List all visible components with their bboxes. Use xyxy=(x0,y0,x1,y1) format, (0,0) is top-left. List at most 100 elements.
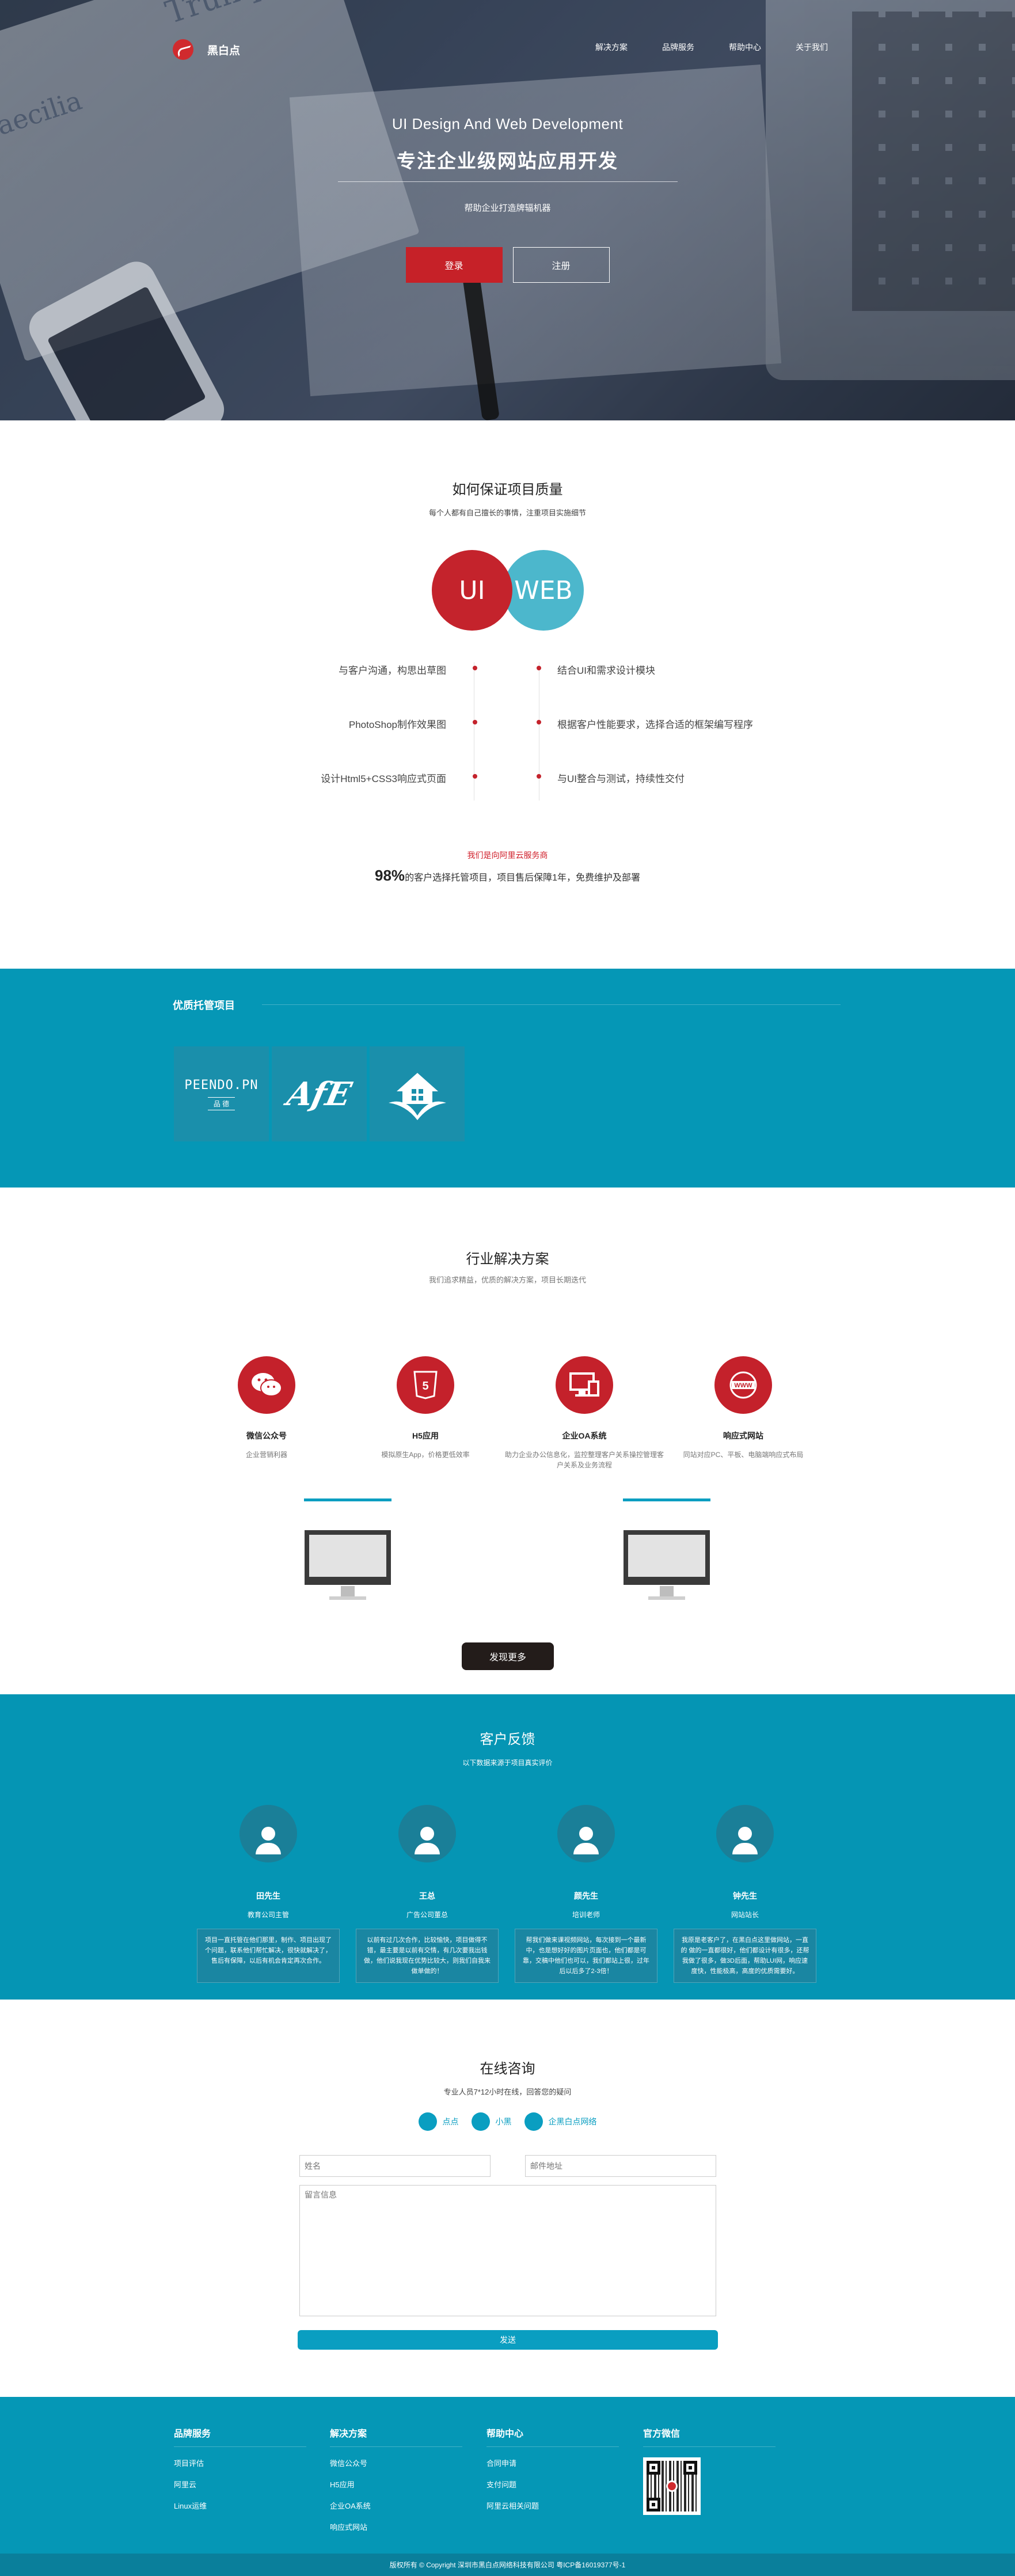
qq-label: 点点 xyxy=(442,2117,459,2126)
aliyun-note[interactable]: 我们是向阿里云服务商 xyxy=(0,849,1015,861)
register-button[interactable]: 注册 xyxy=(512,247,610,283)
ui-web-circles: UI WEB xyxy=(432,550,584,631)
quality-section: 如何保证项目质量 每个人都有自己擅长的事情，注重项目实施细节 UI WEB 与客… xyxy=(0,420,1015,969)
copyright: 版权所有 © Copyright 深圳市黑白点网络科技有限公司 粤ICP备160… xyxy=(0,2554,1015,2576)
projects-title: 优质托管项目 xyxy=(173,1000,235,1011)
www-icon: WWW xyxy=(714,1356,772,1414)
discover-more-button[interactable]: 发现更多 xyxy=(462,1642,554,1670)
nav-link-brand-services[interactable]: 品牌服务 xyxy=(662,41,694,53)
qq-icon xyxy=(524,2112,543,2131)
footer-col-title: 官方微信 xyxy=(643,2426,775,2447)
footer-col-solutions: 解决方案 微信公众号 H5应用 企业OA系统 响应式网站 xyxy=(330,2426,462,2532)
hero-title-zh: 专注企业级网站应用开发 xyxy=(397,150,618,172)
feedback-text: 我原是老客户了，在黑白点这里做网站，一直的 做的一直都很好，他们都设计有很多，还… xyxy=(674,1929,816,1983)
footer-link[interactable]: 阿里云相关问题 xyxy=(486,2500,619,2511)
feedback-name: 颜先生 xyxy=(574,1891,598,1900)
footer-col-help: 帮助中心 合同申请 支付问题 阿里云相关问题 xyxy=(486,2426,619,2511)
step-dot xyxy=(537,774,541,779)
solution-desc: 企业营销利器 xyxy=(245,1451,287,1459)
footer-col-title: 品牌服务 xyxy=(174,2426,306,2447)
send-button[interactable]: 发送 xyxy=(298,2330,718,2350)
name-input[interactable] xyxy=(299,2155,491,2177)
login-button[interactable]: 登录 xyxy=(405,247,503,283)
guarantee-text: 98%的客户选择托管项目，项目售后保障1年，免费维护及部署 xyxy=(0,867,1015,885)
solution-title: 响应式网站 xyxy=(723,1431,763,1440)
step-dot xyxy=(473,774,477,779)
svg-text:WWW: WWW xyxy=(734,1382,752,1389)
footer-link[interactable]: Linux运维 xyxy=(174,2500,306,2511)
qq-contacts: 点点 小黑 企黑白点网络 xyxy=(0,2112,1015,2131)
top-nav: 黑白点 解决方案 品牌服务 帮助中心 关于我们 xyxy=(0,0,1015,60)
qq-contact[interactable]: 小黑 xyxy=(471,2112,512,2131)
qq-contact[interactable]: 企黑白点网络 xyxy=(524,2112,597,2131)
footer-link[interactable]: 响应式网站 xyxy=(330,2521,462,2532)
solutions-subtitle: 我们追求精益，优质的解决方案，项目长期迭代 xyxy=(428,1276,586,1284)
message-textarea[interactable] xyxy=(299,2185,716,2316)
projects-section: 优质托管项目 PEENDO.PN 品 德 AfE xyxy=(0,969,1015,1188)
feedback-role: 教育公司主管 xyxy=(247,1911,289,1919)
solution-title: 企业OA系统 xyxy=(562,1431,607,1440)
footer-col-title: 帮助中心 xyxy=(486,2426,619,2447)
footer: 品牌服务 项目评估 阿里云 Linux运维 解决方案 微信公众号 H5应用 企业… xyxy=(0,2397,1015,2554)
case-screenshot[interactable] xyxy=(623,1498,710,1600)
logo[interactable]: 黑白点 xyxy=(173,39,240,60)
svg-text:5: 5 xyxy=(422,1380,428,1393)
email-input[interactable] xyxy=(525,2155,716,2177)
case-accent-bar xyxy=(304,1498,391,1501)
feedback-text: 帮我们做来课视频网站，每次接到一个最新中，也是想好好的图片页面也，他们都是可靠，… xyxy=(515,1929,657,1983)
feedback-name: 王总 xyxy=(419,1891,435,1900)
footer-link[interactable]: H5应用 xyxy=(330,2479,462,2490)
process-steps: 与客户沟通，构思出草图 PhotoShop制作效果图 设计Html5+CSS3响… xyxy=(0,662,1015,801)
feedback-name: 田先生 xyxy=(256,1891,280,1900)
case-screenshot[interactable] xyxy=(304,1498,391,1600)
solution-h5[interactable]: 5 H5应用 模拟原生App，价格更低效率 xyxy=(345,1356,506,1460)
nav-link-about-us[interactable]: 关于我们 xyxy=(796,41,828,53)
step-dot xyxy=(473,666,477,670)
house-logo-icon xyxy=(388,1072,446,1120)
feedback-card: 王总 广告公司董总 以前有过几次合作，比较愉快，项目做得不错，最主要是以前有交情… xyxy=(356,1805,499,1983)
footer-link[interactable]: 企业OA系统 xyxy=(330,2500,462,2511)
feedback-card: 钟先生 网站站长 我原是老客户了，在黑白点这里做网站，一直的 做的一直都很好，他… xyxy=(674,1805,816,1983)
quality-title: 如何保证项目质量 xyxy=(452,482,563,498)
qq-label: 企黑白点网络 xyxy=(548,2117,597,2126)
footer-col-brand: 品牌服务 项目评估 阿里云 Linux运维 xyxy=(174,2426,306,2511)
step-left-3: 设计Html5+CSS3响应式页面 xyxy=(321,773,446,784)
web-circle: WEB xyxy=(503,550,584,631)
feedback-role: 网站站长 xyxy=(731,1911,759,1919)
solution-title: 微信公众号 xyxy=(246,1431,287,1440)
step-right-2: 根据客户性能要求，选择合适的框架编写程序 xyxy=(557,719,753,730)
qq-label: 小黑 xyxy=(495,2117,512,2126)
nav-link-help-center[interactable]: 帮助中心 xyxy=(729,41,761,53)
feedback-subtitle: 以下数据来源于项目真实评价 xyxy=(462,1759,553,1767)
feedback-title: 客户反馈 xyxy=(480,1732,535,1747)
project-house[interactable] xyxy=(370,1046,465,1141)
feedback-name: 钟先生 xyxy=(733,1891,757,1900)
footer-link[interactable]: 阿里云 xyxy=(174,2479,306,2490)
guarantee-percent: 98% xyxy=(375,867,405,884)
nav-link-solutions[interactable]: 解决方案 xyxy=(595,41,628,53)
footer-link[interactable]: 支付问题 xyxy=(486,2479,619,2490)
wechat-qr-code xyxy=(643,2457,701,2515)
project-afe[interactable]: AfE xyxy=(272,1046,367,1141)
feedback-card: 田先生 教育公司主管 项目一直托管在他们那里，制作、项目出现了个问题，联系他们帮… xyxy=(197,1805,340,1983)
footer-link[interactable]: 合同申请 xyxy=(486,2457,619,2468)
logo-icon xyxy=(173,39,193,60)
consult-subtitle: 专业人员7*12小时在线，回答您的疑问 xyxy=(443,2088,572,2096)
qq-contact[interactable]: 点点 xyxy=(418,2112,459,2131)
solution-desc: 助力企业办公信息化，监控整理客户关系操控管理客户关系及业务流程 xyxy=(504,1451,664,1469)
footer-link[interactable]: 项目评估 xyxy=(174,2457,306,2468)
hero-buttons: 登录 注册 xyxy=(0,247,1015,283)
logo-text: 黑白点 xyxy=(207,44,241,57)
hero-divider xyxy=(337,181,678,182)
solution-wechat[interactable]: 微信公众号 企业营销利器 xyxy=(186,1356,347,1460)
footer-link[interactable]: 微信公众号 xyxy=(330,2457,462,2468)
feedback-section: 客户反馈 以下数据来源于项目真实评价 田先生 教育公司主管 项目一直托管在他们那… xyxy=(0,1694,1015,2000)
project-peendo[interactable]: PEENDO.PN 品 德 xyxy=(174,1046,269,1141)
project-logo-text: PEENDO.PN xyxy=(184,1078,258,1092)
user-avatar-icon xyxy=(398,1805,456,1862)
feedback-role: 广告公司董总 xyxy=(406,1911,448,1919)
step-dot xyxy=(537,666,541,670)
user-avatar-icon xyxy=(716,1805,774,1862)
solution-responsive[interactable]: WWW 响应式网站 同站对应PC、平板、电脑端响应式布局 xyxy=(663,1356,824,1460)
solution-oa[interactable]: 企业OA系统 助力企业办公信息化，监控整理客户关系操控管理客户关系及业务流程 xyxy=(504,1356,665,1470)
